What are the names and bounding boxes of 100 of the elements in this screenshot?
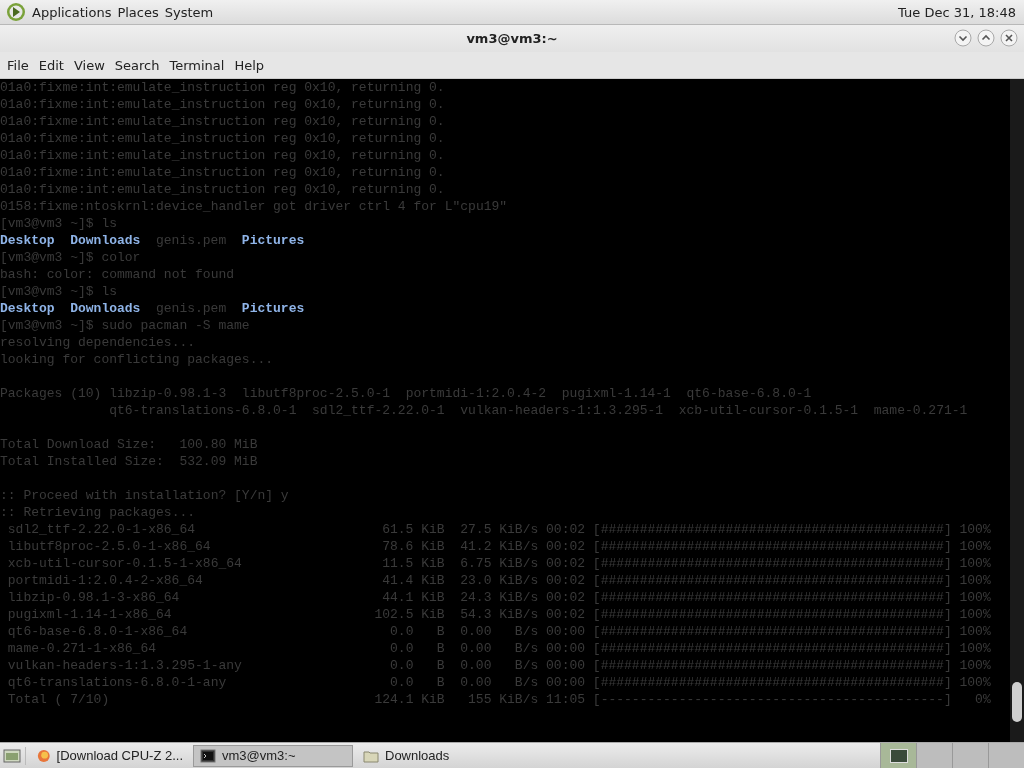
download-percent: 100%	[958, 657, 991, 674]
progress-text: [############################################]	[592, 538, 952, 555]
download-rate: 155 KiB/s	[467, 691, 539, 708]
progress-text: [############################################]	[592, 674, 952, 691]
directory-name: Downloads	[70, 300, 141, 317]
terminal-line: Total Installed Size: 532.09 MiB	[0, 453, 259, 470]
maximize-icon[interactable]	[977, 29, 995, 47]
download-time: 00:02	[545, 606, 586, 623]
workspace-window-thumbnail	[889, 748, 908, 763]
browser-icon	[37, 747, 51, 764]
terminal-line: bash: color: command not found	[0, 266, 236, 283]
panel-menu[interactable]: System	[164, 4, 214, 20]
panel-menu[interactable]: Applications	[32, 4, 112, 20]
download-rate: 41.2 KiB/s	[459, 538, 539, 555]
download-size: 11.5 KiB	[381, 555, 445, 572]
terminal-line: qt6-translations-6.8.0-1 sdl2_ttf-2.22.0-1 vulkan-headers-1:1.3.295-1 xcb-util-cursor-0.1.5-1 mame-0.271-1	[108, 402, 969, 419]
clock[interactable]: Tue Dec 31, 18:48	[898, 4, 1016, 20]
download-size: 0.0 B	[389, 674, 445, 691]
download-time: 00:02	[545, 589, 586, 606]
download-rate: 0.00 B/s	[459, 657, 539, 674]
file-name: genis.pem	[156, 232, 227, 249]
package-name: sdl2_ttf-2.22.0-1-x86_64	[6, 521, 197, 538]
menu-item[interactable]: Edit	[33, 54, 69, 76]
taskbar-button[interactable]: [Download CPU-Z 2...	[30, 744, 190, 767]
progress-text: [############################################]	[592, 555, 952, 572]
download-percent: 100%	[958, 572, 991, 589]
progress-text: [############################################]	[592, 589, 952, 606]
terminal-line: 01a0:fixme:int:emulate_instruction reg 0x10, returning 0.	[0, 130, 446, 147]
taskbar-button[interactable]: vm3@vm3:~	[193, 744, 353, 767]
terminal-line: :: Proceed with installation? [Y/n] y	[0, 487, 290, 504]
download-rate: 0.00 B/s	[459, 623, 539, 640]
progress-text: [############################################]	[592, 521, 952, 538]
download-time: 11:05	[545, 691, 586, 708]
download-size: 44.1 KiB	[381, 589, 445, 606]
package-name: vulkan-headers-1:1.3.295-1-any	[6, 657, 243, 674]
terminal-line: [vm3@vm3 ~]$ ls	[0, 215, 119, 232]
taskbar-button[interactable]: Downloads	[356, 744, 516, 767]
download-percent: 100%	[958, 521, 991, 538]
scrollbar-thumb[interactable]	[1012, 682, 1022, 722]
download-size: 61.5 KiB	[381, 521, 445, 538]
directory-name: Pictures	[241, 232, 305, 249]
download-percent: 0%	[974, 691, 991, 708]
download-time: 00:00	[545, 657, 586, 674]
download-percent: 100%	[958, 555, 991, 572]
close-icon[interactable]	[1000, 29, 1018, 47]
workspace-cell[interactable]	[988, 742, 1024, 768]
download-rate: 0.00 B/s	[459, 640, 539, 657]
package-name: xcb-util-cursor-0.1.5-1-x86_64	[6, 555, 243, 572]
terminal-line: looking for conflicting packages...	[0, 351, 275, 368]
package-name: Total ( 7/10)	[6, 691, 111, 708]
terminal-line: 01a0:fixme:int:emulate_instruction reg 0x10, returning 0.	[0, 96, 446, 113]
menu-item[interactable]: View	[68, 54, 110, 76]
menu-item[interactable]: Terminal	[164, 54, 230, 76]
show-desktop-icon[interactable]	[3, 747, 21, 764]
terminal-line: 01a0:fixme:int:emulate_instruction reg 0x10, returning 0.	[0, 164, 446, 181]
terminal-line: [vm3@vm3 ~]$ sudo pacman -S mame	[0, 317, 251, 334]
scrollbar[interactable]	[1010, 79, 1024, 742]
download-time: 00:00	[545, 623, 586, 640]
download-size: 0.0 B	[389, 623, 445, 640]
download-time: 00:02	[545, 572, 586, 589]
terminal-line: :: Retrieving packages...	[0, 504, 197, 521]
progress-text: [############################################]	[592, 572, 952, 589]
package-name: qt6-base-6.8.0-1-x86_64	[6, 623, 189, 640]
terminal-line: 01a0:fixme:int:emulate_instruction reg 0x10, returning 0.	[0, 113, 446, 130]
download-time: 00:02	[545, 555, 586, 572]
download-rate: 0.00 B/s	[459, 674, 539, 691]
download-time: 00:00	[545, 674, 586, 691]
progress-text: [############################################]	[592, 640, 952, 657]
terminal-line: resolving dependencies...	[0, 334, 197, 351]
download-rate: 24.3 KiB/s	[459, 589, 539, 606]
terminal-line: 01a0:fixme:int:emulate_instruction reg 0x10, returning 0.	[0, 147, 446, 164]
terminal-icon	[200, 747, 216, 764]
progress-text: [############################################]	[592, 657, 952, 674]
download-rate: 27.5 KiB/s	[459, 521, 539, 538]
distro-logo-icon[interactable]	[6, 2, 26, 22]
package-name: pugixml-1.14-1-x86_64	[6, 606, 173, 623]
download-size: 0.0 B	[389, 640, 445, 657]
package-name: libzip-0.98.1-3-x86_64	[6, 589, 181, 606]
download-time: 00:00	[545, 640, 586, 657]
progress-text: [--------------------------------------------]	[592, 691, 952, 708]
workspace-cell[interactable]	[916, 742, 952, 768]
menu-item[interactable]: Help	[229, 54, 270, 76]
download-size: 78.6 KiB	[381, 538, 445, 555]
minimize-icon[interactable]	[954, 29, 972, 47]
directory-name: Desktop	[0, 232, 55, 249]
workspace-cell[interactable]	[880, 742, 916, 768]
download-percent: 100%	[958, 640, 991, 657]
terminal-line: 0158:fixme:ntoskrnl:device_handler got driver ctrl 4 for L"cpu19"	[0, 198, 509, 215]
menu-item[interactable]: Search	[109, 54, 165, 76]
menu-item[interactable]: File	[2, 54, 34, 76]
download-percent: 100%	[958, 589, 991, 606]
directory-name: Pictures	[241, 300, 305, 317]
directory-name: Desktop	[0, 300, 55, 317]
package-name: portmidi-1:2.0.4-2-x86_64	[6, 572, 204, 589]
terminal-line: 01a0:fixme:int:emulate_instruction reg 0x10, returning 0.	[0, 79, 446, 96]
workspace-cell[interactable]	[952, 742, 988, 768]
progress-text: [############################################]	[592, 623, 952, 640]
panel-menu[interactable]: Places	[117, 4, 159, 20]
download-percent: 100%	[958, 538, 991, 555]
download-percent: 100%	[958, 623, 991, 640]
